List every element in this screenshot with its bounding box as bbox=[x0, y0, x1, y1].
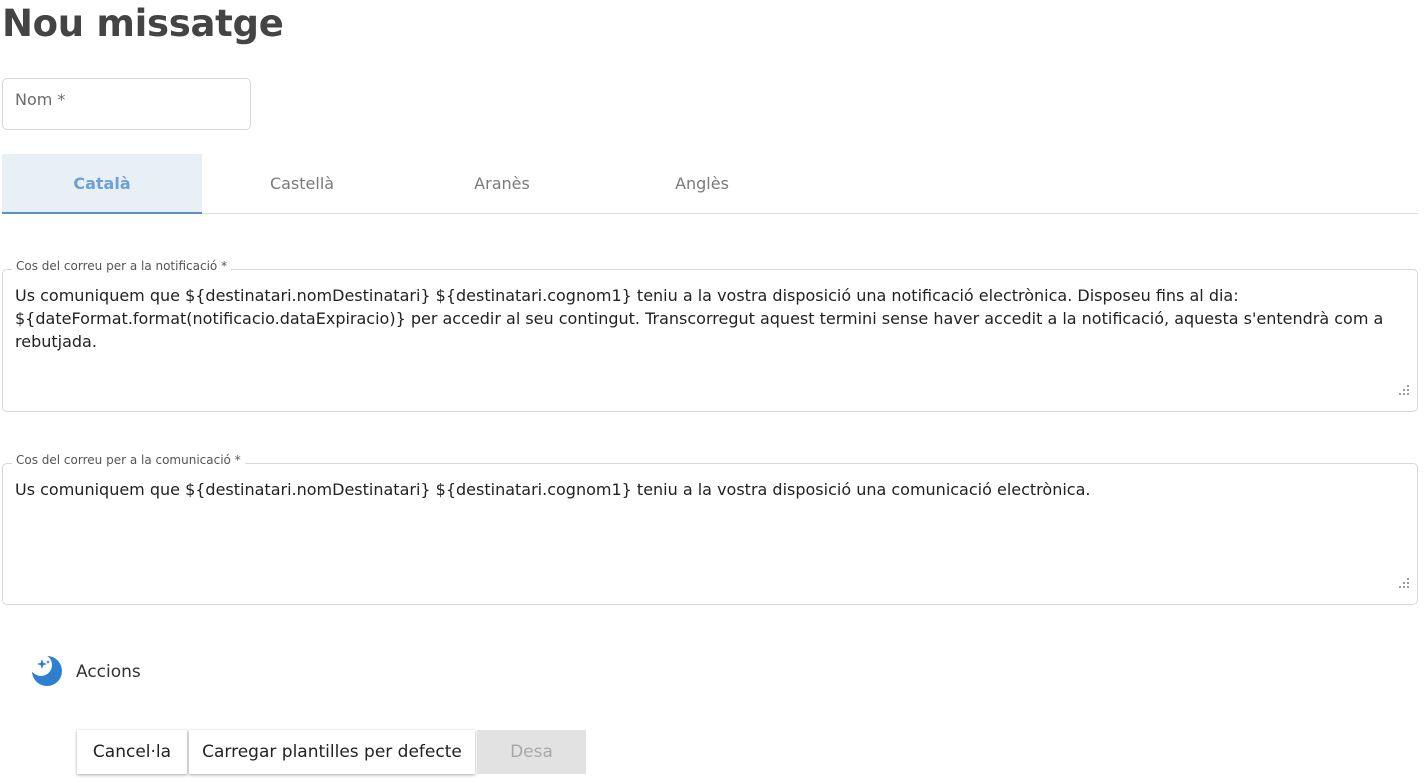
communication-body-label: Cos del correu per a la comunicació * bbox=[12, 453, 245, 467]
page-title: Nou missatge bbox=[2, 2, 284, 45]
resize-grip-icon[interactable] bbox=[1399, 385, 1409, 395]
sparkle-moon-icon bbox=[32, 656, 62, 686]
communication-body-textarea[interactable]: Us comuniquem que ${destinatari.nomDesti… bbox=[2, 463, 1418, 605]
save-button[interactable]: Desa bbox=[477, 730, 586, 774]
communication-body-text: Us comuniquem que ${destinatari.nomDesti… bbox=[15, 480, 1091, 499]
resize-grip-icon[interactable] bbox=[1399, 578, 1409, 588]
tab-aranes[interactable]: Aranès bbox=[402, 154, 602, 213]
actions-title: Accions bbox=[76, 662, 141, 682]
language-tabs: Català Castellà Aranès Anglès bbox=[2, 154, 1418, 214]
new-message-page: Nou missatge Nom * Català Castellà Aranè… bbox=[0, 0, 1426, 782]
load-default-templates-button[interactable]: Carregar plantilles per defecte bbox=[189, 730, 475, 774]
notification-body-textarea[interactable]: Us comuniquem que ${destinatari.nomDesti… bbox=[2, 269, 1418, 412]
tab-catala[interactable]: Català bbox=[2, 154, 202, 214]
name-input[interactable]: Nom * bbox=[2, 78, 251, 130]
name-input-placeholder: Nom * bbox=[15, 90, 66, 109]
tab-angles[interactable]: Anglès bbox=[602, 154, 802, 213]
tab-castella[interactable]: Castellà bbox=[202, 154, 402, 213]
cancel-button[interactable]: Cancel·la bbox=[77, 730, 187, 774]
notification-body-label: Cos del correu per a la notificació * bbox=[12, 259, 232, 273]
notification-body-text: Us comuniquem que ${destinatari.nomDesti… bbox=[15, 286, 1384, 351]
